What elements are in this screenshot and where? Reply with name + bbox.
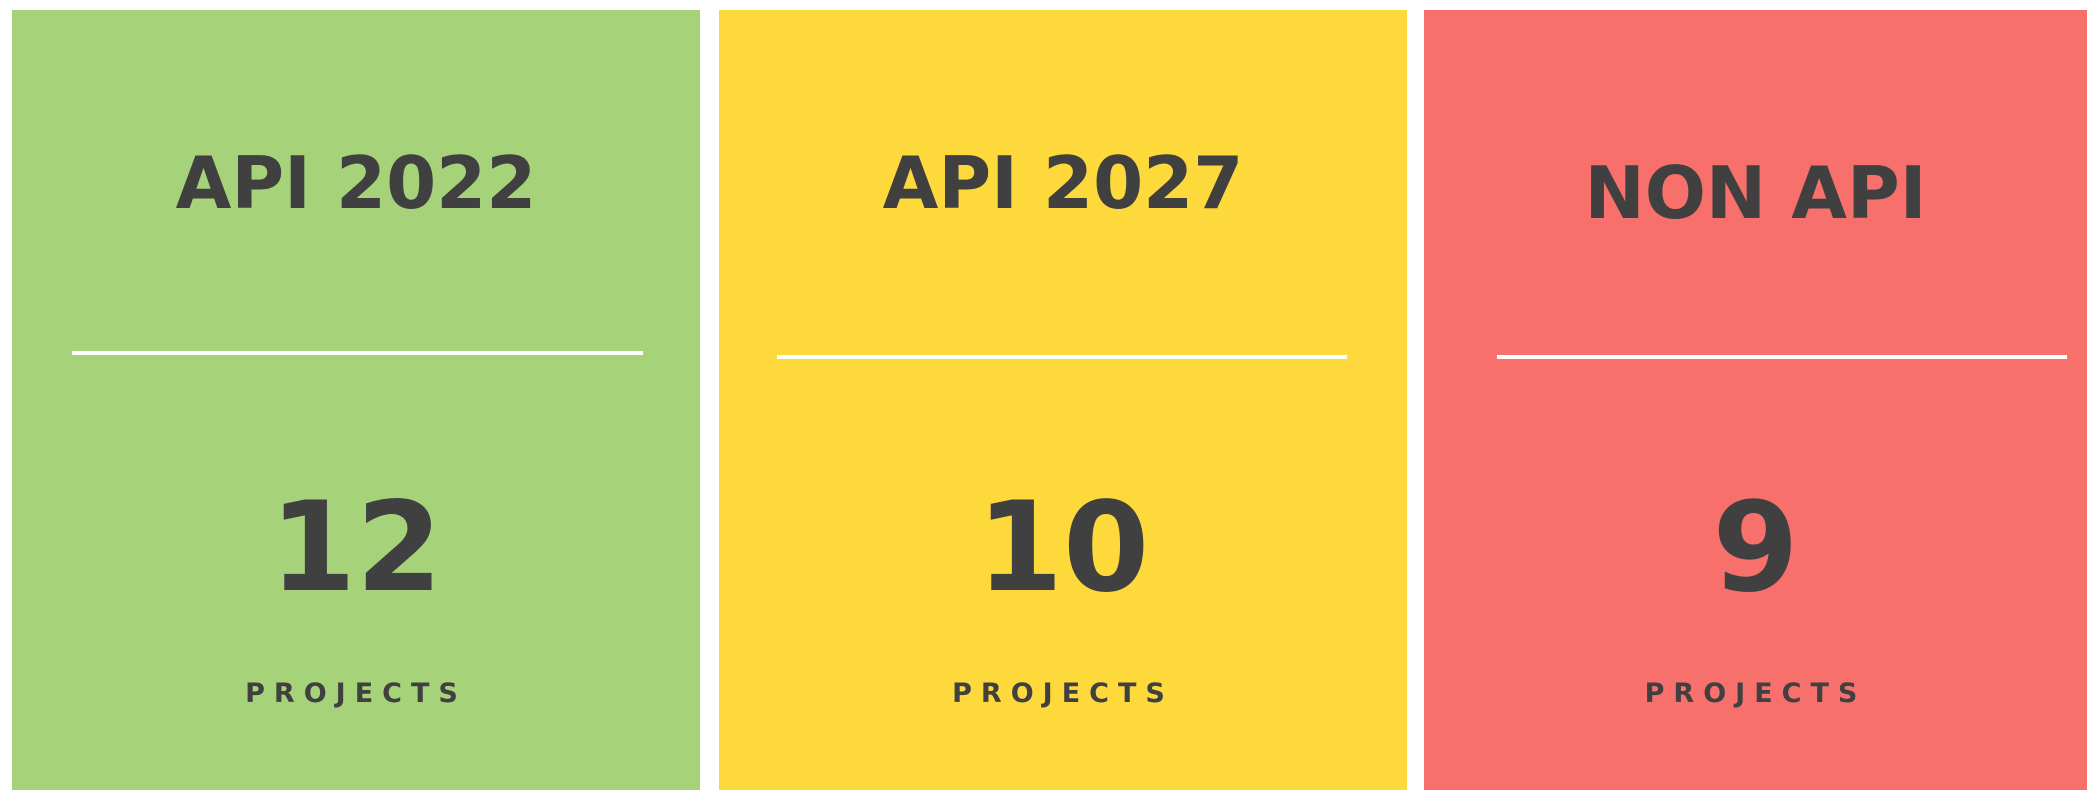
divider: [1497, 355, 2067, 359]
project-count: 10: [976, 476, 1150, 620]
card-title: NON API: [1584, 151, 1927, 235]
project-summary-board: API 2022 12 PROJECTS API 2027 10 PROJECT…: [0, 0, 2087, 791]
card-non-api: NON API 9 PROJECTS: [1424, 10, 2087, 790]
divider: [72, 351, 643, 355]
card-title: API 2027: [882, 141, 1244, 225]
project-count: 12: [269, 476, 443, 620]
card-api-2022: API 2022 12 PROJECTS: [12, 10, 700, 790]
card-api-2027: API 2027 10 PROJECTS: [719, 10, 1407, 790]
projects-label: PROJECTS: [245, 678, 467, 709]
projects-label: PROJECTS: [952, 678, 1174, 709]
card-title: API 2022: [175, 141, 537, 225]
project-count: 9: [1712, 476, 1799, 620]
projects-label: PROJECTS: [1644, 678, 1867, 709]
divider: [777, 355, 1347, 359]
